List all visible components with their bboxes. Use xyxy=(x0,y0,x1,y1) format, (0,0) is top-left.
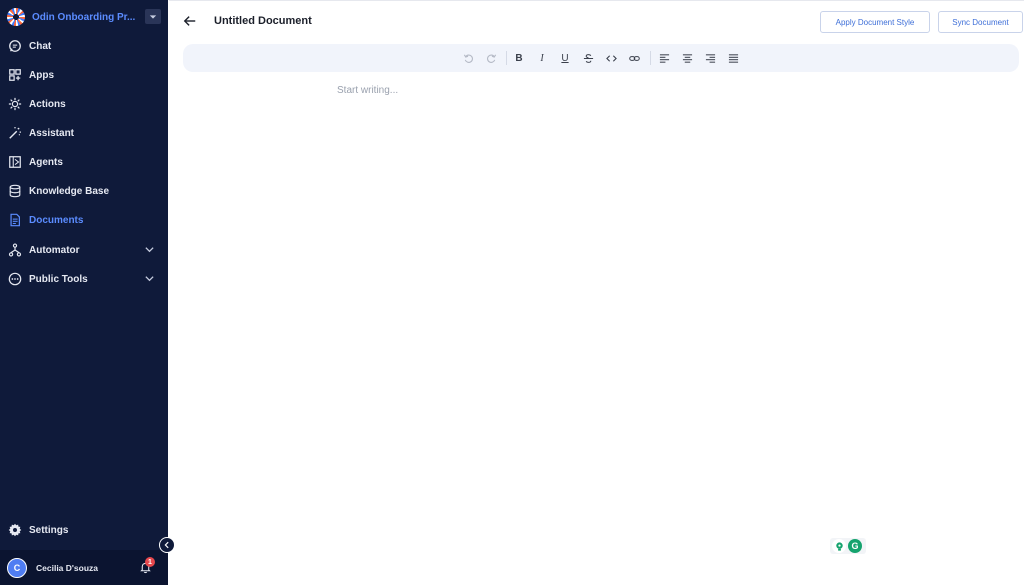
chevron-down-icon[interactable] xyxy=(144,273,155,284)
sync-document-button[interactable]: Sync Document xyxy=(938,11,1023,33)
bold-button[interactable]: B xyxy=(512,51,526,65)
lightbulb-icon[interactable] xyxy=(832,539,846,553)
sidebar-item-public-tools[interactable]: Public Tools xyxy=(0,267,168,291)
apply-document-style-button[interactable]: Apply Document Style xyxy=(820,11,930,33)
arrow-left-icon xyxy=(183,16,196,26)
chat-icon xyxy=(8,39,22,53)
sidebar: Odin Onboarding Pr... Chat Apps Actions … xyxy=(0,0,168,585)
align-justify-button[interactable] xyxy=(726,51,740,65)
document-icon xyxy=(8,213,22,227)
align-right-icon xyxy=(705,53,715,63)
sidebar-item-label: Apps xyxy=(29,69,54,81)
notification-count-badge: 1 xyxy=(145,557,155,567)
sidebar-item-label: Documents xyxy=(29,214,84,226)
sidebar-item-actions[interactable]: Actions xyxy=(0,92,168,116)
actions-icon xyxy=(8,97,22,111)
formatting-toolbar: B I U xyxy=(183,44,1019,72)
grammarly-icon[interactable]: G xyxy=(848,539,862,553)
public-tools-icon xyxy=(8,272,22,286)
undo-icon xyxy=(463,54,473,63)
settings-label: Settings xyxy=(29,524,69,536)
workspace-name: Odin Onboarding Pr... xyxy=(32,11,136,23)
align-left-button[interactable] xyxy=(657,51,671,65)
code-icon xyxy=(605,54,617,62)
sidebar-item-chat[interactable]: Chat xyxy=(0,34,168,58)
automator-icon xyxy=(8,243,22,257)
sidebar-item-documents[interactable]: Documents xyxy=(0,208,168,232)
avatar[interactable]: C xyxy=(7,557,27,578)
sidebar-item-settings[interactable]: Settings xyxy=(0,518,168,542)
link-icon xyxy=(628,55,640,61)
align-center-icon xyxy=(682,53,692,63)
strikethrough-icon xyxy=(583,53,593,63)
sidebar-item-automator[interactable]: Automator xyxy=(0,238,168,262)
redo-button[interactable] xyxy=(484,51,498,65)
caret-down-icon xyxy=(149,14,157,19)
chevron-left-icon xyxy=(164,541,169,549)
toolbar-divider xyxy=(650,51,651,65)
document-title[interactable]: Untitled Document xyxy=(214,15,312,27)
gear-icon xyxy=(8,523,22,537)
sidebar-item-assistant[interactable]: Assistant xyxy=(0,121,168,145)
sidebar-item-agents[interactable]: Agents xyxy=(0,150,168,174)
sidebar-item-label: Assistant xyxy=(29,127,75,139)
extension-widgets: G xyxy=(830,538,866,554)
collapse-sidebar-button[interactable] xyxy=(159,537,175,553)
workspace-dropdown-button[interactable] xyxy=(145,9,161,24)
sidebar-item-apps[interactable]: Apps xyxy=(0,63,168,87)
user-profile-bar[interactable]: C Cecilia D'souza xyxy=(0,550,168,585)
user-name: Cecilia D'souza xyxy=(36,562,99,573)
align-center-button[interactable] xyxy=(680,51,694,65)
align-justify-icon xyxy=(728,53,738,63)
sidebar-item-label: Chat xyxy=(29,40,52,52)
workspace-switcher[interactable]: Odin Onboarding Pr... xyxy=(0,0,168,34)
sidebar-item-label: Agents xyxy=(29,156,63,168)
chevron-down-icon[interactable] xyxy=(144,244,155,255)
back-button[interactable] xyxy=(183,14,197,28)
undo-button[interactable] xyxy=(461,51,475,65)
sidebar-item-label: Knowledge Base xyxy=(29,185,110,197)
apps-icon xyxy=(8,68,22,82)
editor-placeholder[interactable]: Start writing... xyxy=(337,85,398,96)
redo-icon xyxy=(486,54,496,63)
code-button[interactable] xyxy=(604,51,618,65)
align-left-icon xyxy=(659,53,669,63)
strikethrough-button[interactable] xyxy=(581,51,595,65)
sidebar-item-knowledge-base[interactable]: Knowledge Base xyxy=(0,179,168,203)
workspace-logo xyxy=(7,8,25,26)
wand-icon xyxy=(8,126,22,140)
italic-button[interactable]: I xyxy=(535,51,549,65)
align-right-button[interactable] xyxy=(703,51,717,65)
underline-button[interactable]: U xyxy=(558,51,572,65)
link-button[interactable] xyxy=(627,51,641,65)
sidebar-item-label: Automator xyxy=(29,244,80,256)
agents-icon xyxy=(8,155,22,169)
database-icon xyxy=(8,184,22,198)
sidebar-item-label: Actions xyxy=(29,98,66,110)
toolbar-divider xyxy=(506,51,507,65)
main-content: Untitled Document Apply Document Style S… xyxy=(169,0,1024,585)
sidebar-item-label: Public Tools xyxy=(29,273,88,285)
